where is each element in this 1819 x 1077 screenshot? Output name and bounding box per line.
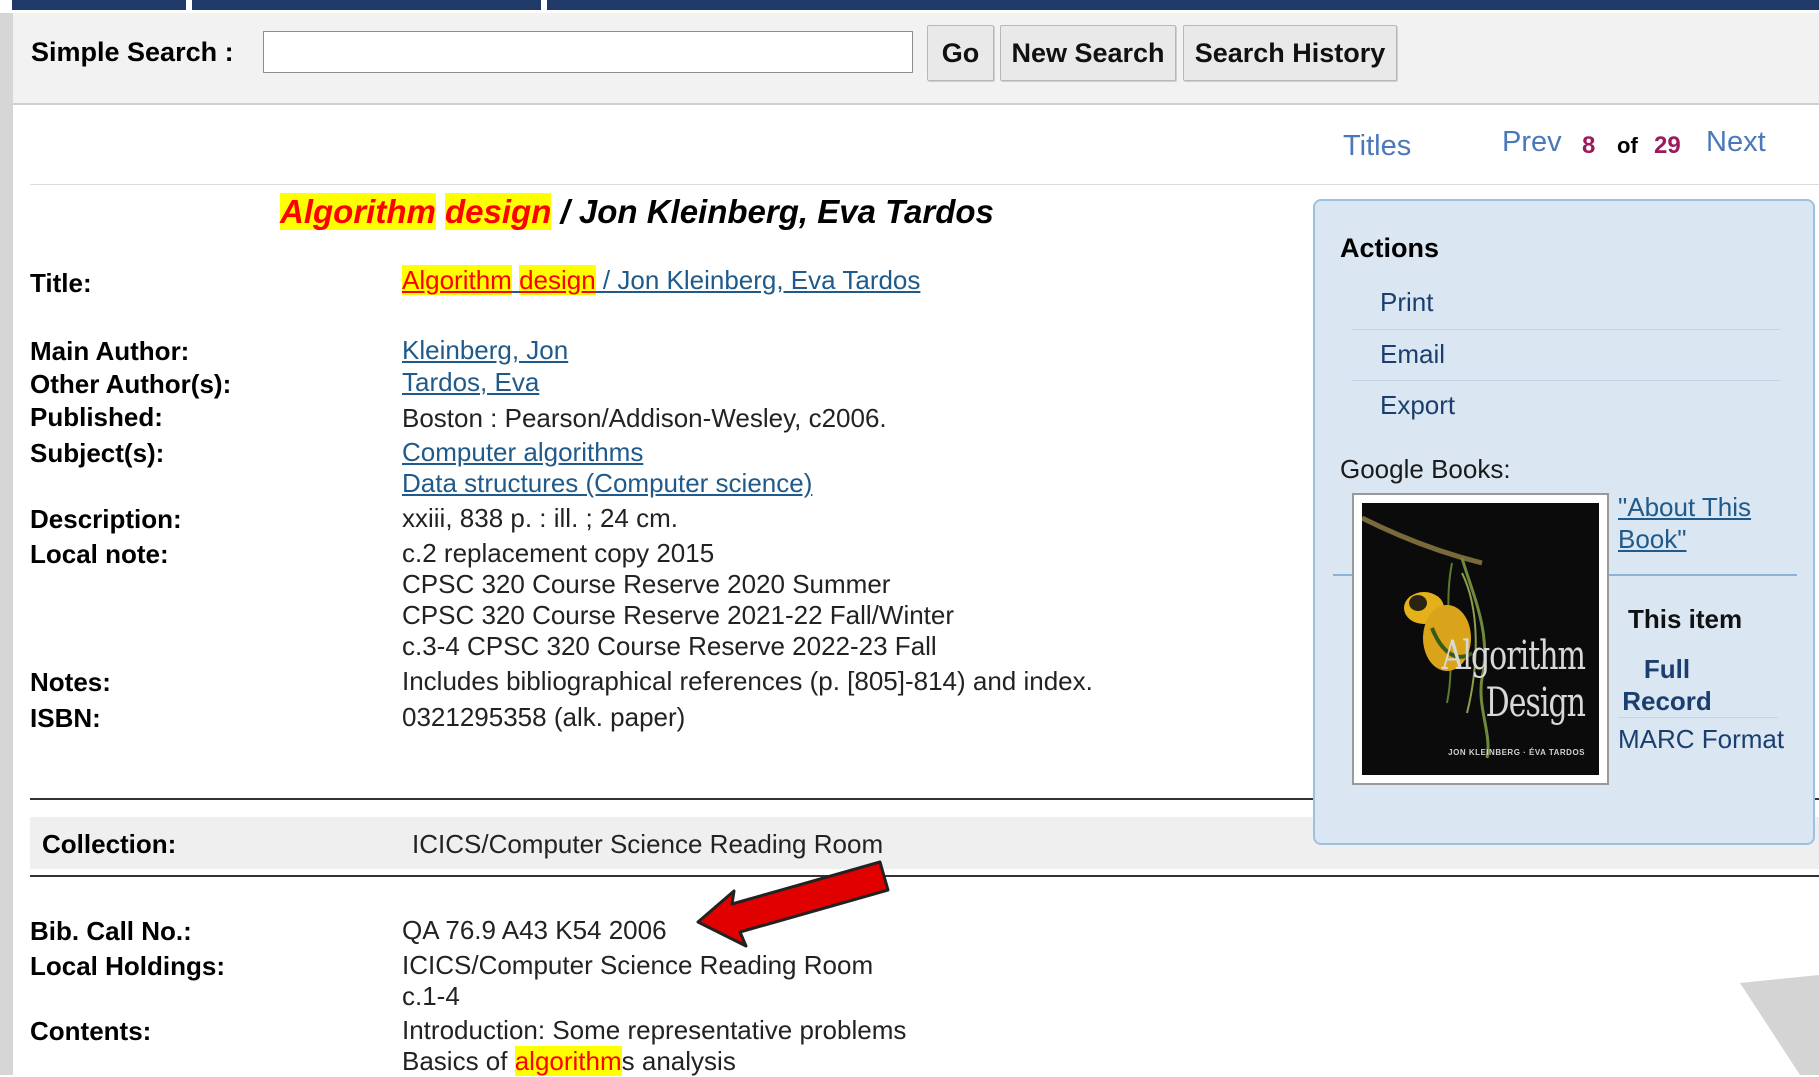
main-author-label: Main Author: bbox=[30, 336, 190, 366]
local-note-line: c.2 replacement copy 2015 bbox=[402, 538, 715, 568]
of-label: of bbox=[1617, 133, 1638, 158]
subject-link[interactable]: Data structures (Computer science) bbox=[402, 468, 812, 499]
cover-title: Algorithm Design bbox=[1441, 632, 1586, 728]
contents-text: Basics of bbox=[402, 1046, 515, 1076]
contents-line: Introduction: Some representative proble… bbox=[402, 1015, 907, 1045]
contents-text: s analysis bbox=[621, 1046, 736, 1076]
next-link[interactable]: Next bbox=[1706, 126, 1766, 159]
published-label: Published: bbox=[30, 402, 163, 432]
search-bar: Simple Search : Go New Search Search His… bbox=[13, 13, 1819, 105]
total-record-count: 29 bbox=[1654, 132, 1681, 159]
search-label: Simple Search : bbox=[31, 37, 234, 67]
local-note-line: CPSC 320 Course Reserve 2021-22 Fall/Win… bbox=[402, 600, 955, 630]
other-authors-label: Other Author(s): bbox=[30, 369, 232, 399]
search-term-highlight: Algorithm bbox=[402, 265, 512, 295]
contents-line: Basics of algorithms analysis bbox=[402, 1046, 736, 1077]
subject-link[interactable]: Computer algorithms bbox=[402, 437, 643, 468]
local-holdings-label: Local Holdings: bbox=[30, 951, 225, 981]
actions-title: Actions bbox=[1340, 233, 1440, 263]
title-label: Title: bbox=[30, 268, 92, 298]
call-number-value: QA 76.9 A43 K54 2006 bbox=[402, 915, 667, 945]
prev-link[interactable]: Prev bbox=[1502, 126, 1562, 159]
full-record-link[interactable]: Full Record bbox=[1618, 653, 1716, 717]
print-link[interactable]: Print bbox=[1380, 287, 1433, 318]
search-term-highlight: design bbox=[519, 265, 596, 295]
isbn-label: ISBN: bbox=[30, 703, 101, 733]
cover-authors: JON KLEINBERG · ÉVA TARDOS bbox=[1448, 748, 1585, 757]
red-arrow-annotation bbox=[696, 860, 890, 948]
local-note-line: CPSC 320 Course Reserve 2020 Summer bbox=[402, 569, 891, 599]
search-input[interactable] bbox=[263, 31, 913, 73]
export-link[interactable]: Export bbox=[1380, 390, 1455, 421]
search-term-highlight: design bbox=[445, 193, 552, 230]
contents-label: Contents: bbox=[30, 1016, 152, 1046]
record-heading: Algorithm design / Jon Kleinberg, Eva Ta… bbox=[280, 193, 994, 231]
go-button[interactable]: Go bbox=[927, 25, 994, 81]
isbn-value: 0321295358 (alk. paper) bbox=[402, 702, 686, 732]
top-strip bbox=[0, 0, 1819, 13]
main-author-link[interactable]: Kleinberg, Jon bbox=[402, 335, 568, 366]
local-note-label: Local note: bbox=[30, 539, 169, 569]
divider bbox=[1352, 329, 1780, 330]
current-record-number: 8 bbox=[1582, 132, 1596, 159]
divider bbox=[1352, 380, 1780, 381]
local-holdings-line: c.1-4 bbox=[402, 981, 460, 1011]
notes-value: Includes bibliographical references (p. … bbox=[402, 666, 1093, 696]
divider bbox=[30, 875, 1819, 877]
top-tab[interactable] bbox=[12, 0, 186, 10]
about-this-book-link[interactable]: "About This Book" bbox=[1618, 491, 1768, 555]
description-value: xxiii, 838 p. : ill. ; 24 cm. bbox=[402, 503, 678, 533]
search-term-highlight: algorithm bbox=[514, 1046, 622, 1076]
google-books-label: Google Books: bbox=[1340, 454, 1511, 484]
description-label: Description: bbox=[30, 504, 182, 534]
new-search-button[interactable]: New Search bbox=[1000, 25, 1176, 81]
actions-panel: Actions Print Email Export Google Books:… bbox=[1313, 199, 1815, 845]
collection-label: Collection: bbox=[42, 829, 177, 859]
book-cover-image[interactable]: Algorithm Design JON KLEINBERG · ÉVA TAR… bbox=[1352, 493, 1609, 785]
subjects-label: Subject(s): bbox=[30, 438, 165, 468]
call-number-label: Bib. Call No.: bbox=[30, 916, 192, 946]
titles-link[interactable]: Titles bbox=[1343, 130, 1411, 163]
title-link-rest: / Jon Kleinberg, Eva Tardos bbox=[595, 265, 921, 295]
top-tab[interactable] bbox=[192, 0, 541, 10]
divider bbox=[1618, 717, 1778, 718]
heading-rest: / Jon Kleinberg, Eva Tardos bbox=[551, 193, 994, 230]
left-border bbox=[0, 13, 13, 1075]
notes-label: Notes: bbox=[30, 667, 111, 697]
book-cover-art: Algorithm Design JON KLEINBERG · ÉVA TAR… bbox=[1362, 503, 1599, 775]
divider bbox=[30, 184, 1819, 185]
marc-format-link[interactable]: MARC Format bbox=[1618, 724, 1784, 755]
other-author-link[interactable]: Tardos, Eva bbox=[402, 367, 539, 398]
published-value: Boston : Pearson/Addison-Wesley, c2006. bbox=[402, 403, 887, 433]
email-link[interactable]: Email bbox=[1380, 339, 1445, 370]
this-item-label: This item bbox=[1628, 604, 1743, 634]
local-note-line: c.3-4 CPSC 320 Course Reserve 2022-23 Fa… bbox=[402, 631, 937, 661]
search-history-button[interactable]: Search History bbox=[1183, 25, 1397, 81]
decorative-shadow-shape bbox=[1740, 975, 1819, 1075]
title-link[interactable]: Algorithm design / Jon Kleinberg, Eva Ta… bbox=[402, 265, 920, 296]
top-tab[interactable] bbox=[547, 0, 1819, 10]
search-term-highlight: Algorithm bbox=[280, 193, 436, 230]
